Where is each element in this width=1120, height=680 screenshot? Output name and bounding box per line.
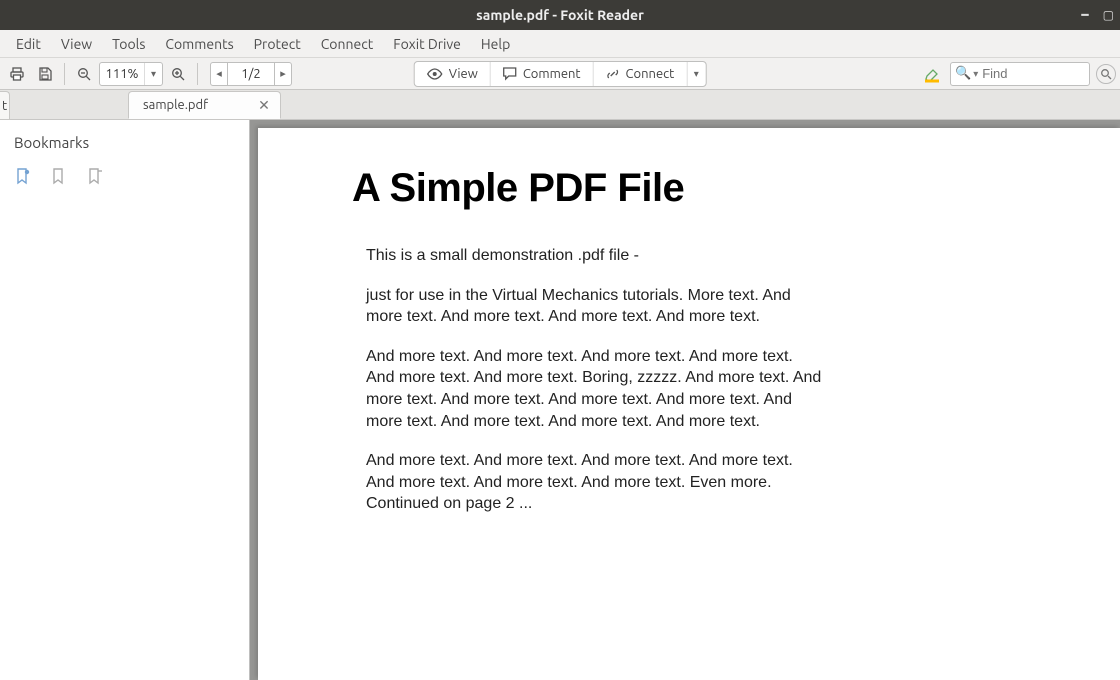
zoom-in-button[interactable] — [165, 61, 191, 87]
toolbar: 111% ▾ ◂ 1/2 ▸ View Comment — [0, 58, 1120, 90]
mode-connect-dropdown[interactable]: ▾ — [687, 62, 705, 86]
zoom-out-button[interactable] — [71, 61, 97, 87]
mode-connect-label: Connect — [626, 67, 675, 81]
window-maximize-button[interactable]: ▢ — [1103, 8, 1114, 22]
tab-previous-partial[interactable]: t — [0, 91, 10, 119]
page-current: 1 — [241, 67, 248, 81]
bookmark-expand-icon[interactable] — [14, 167, 32, 185]
next-page-button[interactable]: ▸ — [274, 62, 292, 86]
document-page: A Simple PDF File This is a small demons… — [258, 128, 1120, 680]
eye-icon — [427, 68, 443, 80]
main-area: Bookmarks A Simple PDF File This is a sm… — [0, 120, 1120, 680]
tab-label: sample.pdf — [143, 98, 208, 112]
menu-view[interactable]: View — [51, 32, 102, 56]
document-tabstrip: t sample.pdf ✕ — [0, 90, 1120, 120]
tab-sample-pdf[interactable]: sample.pdf ✕ — [128, 91, 281, 119]
highlighter-button[interactable] — [920, 62, 944, 86]
comment-icon — [503, 67, 517, 81]
bookmarks-sidebar: Bookmarks — [0, 120, 250, 680]
menu-protect[interactable]: Protect — [244, 32, 311, 56]
window-titlebar: sample.pdf - Foxit Reader ━ ▢ — [0, 0, 1120, 30]
print-button[interactable] — [4, 61, 30, 87]
bookmark-collapse-icon[interactable] — [86, 167, 104, 185]
mode-connect-button[interactable]: Connect — [594, 62, 688, 86]
tab-partial-label: t — [2, 99, 7, 113]
zoom-level-field[interactable]: 111% ▾ — [99, 62, 163, 86]
menu-comments[interactable]: Comments — [155, 32, 243, 56]
mode-view-button[interactable]: View — [415, 62, 491, 86]
sidebar-title: Bookmarks — [0, 120, 249, 161]
document-paragraph: And more text. And more text. And more t… — [352, 450, 822, 515]
bookmark-add-icon[interactable] — [50, 167, 68, 185]
advanced-search-button[interactable] — [1096, 64, 1116, 84]
find-field[interactable]: 🔍 ▾ — [950, 62, 1090, 86]
window-minimize-button[interactable]: ━ — [1081, 8, 1088, 22]
menu-foxit-drive[interactable]: Foxit Drive — [383, 32, 471, 56]
tab-close-button[interactable]: ✕ — [258, 97, 270, 114]
printer-icon — [9, 66, 25, 82]
menu-edit[interactable]: Edit — [6, 32, 51, 56]
zoom-level-value: 111% — [100, 67, 144, 81]
menu-tools[interactable]: Tools — [102, 32, 155, 56]
save-icon — [37, 66, 53, 82]
page-navigator: ◂ 1/2 ▸ — [210, 62, 292, 86]
link-icon — [606, 67, 620, 81]
menu-connect[interactable]: Connect — [311, 32, 384, 56]
document-paragraph: just for use in the Virtual Mechanics tu… — [352, 285, 822, 328]
mode-comment-label: Comment — [523, 67, 581, 81]
document-paragraph: And more text. And more text. And more t… — [352, 346, 822, 432]
search-icon — [1100, 68, 1112, 80]
highlighter-icon — [923, 65, 941, 83]
save-button[interactable] — [32, 61, 58, 87]
document-heading: A Simple PDF File — [352, 166, 1060, 211]
find-options-dropdown[interactable]: ▾ — [973, 68, 978, 80]
menubar: Edit View Tools Comments Protect Connect… — [0, 30, 1120, 58]
search-icon: 🔍 — [955, 66, 971, 81]
document-viewport[interactable]: A Simple PDF File This is a small demons… — [250, 120, 1120, 680]
page-total: 2 — [253, 67, 260, 81]
mode-view-label: View — [449, 67, 478, 81]
zoom-in-icon — [170, 66, 186, 82]
document-paragraph: This is a small demonstration .pdf file … — [352, 245, 822, 267]
zoom-out-icon — [76, 66, 92, 82]
page-indicator[interactable]: 1/2 — [228, 62, 274, 86]
menu-help[interactable]: Help — [471, 32, 520, 56]
mode-segment: View Comment Connect ▾ — [414, 61, 707, 87]
mode-comment-button[interactable]: Comment — [491, 62, 594, 86]
window-title: sample.pdf - Foxit Reader — [476, 7, 644, 23]
zoom-dropdown-button[interactable]: ▾ — [144, 63, 162, 85]
prev-page-button[interactable]: ◂ — [210, 62, 228, 86]
